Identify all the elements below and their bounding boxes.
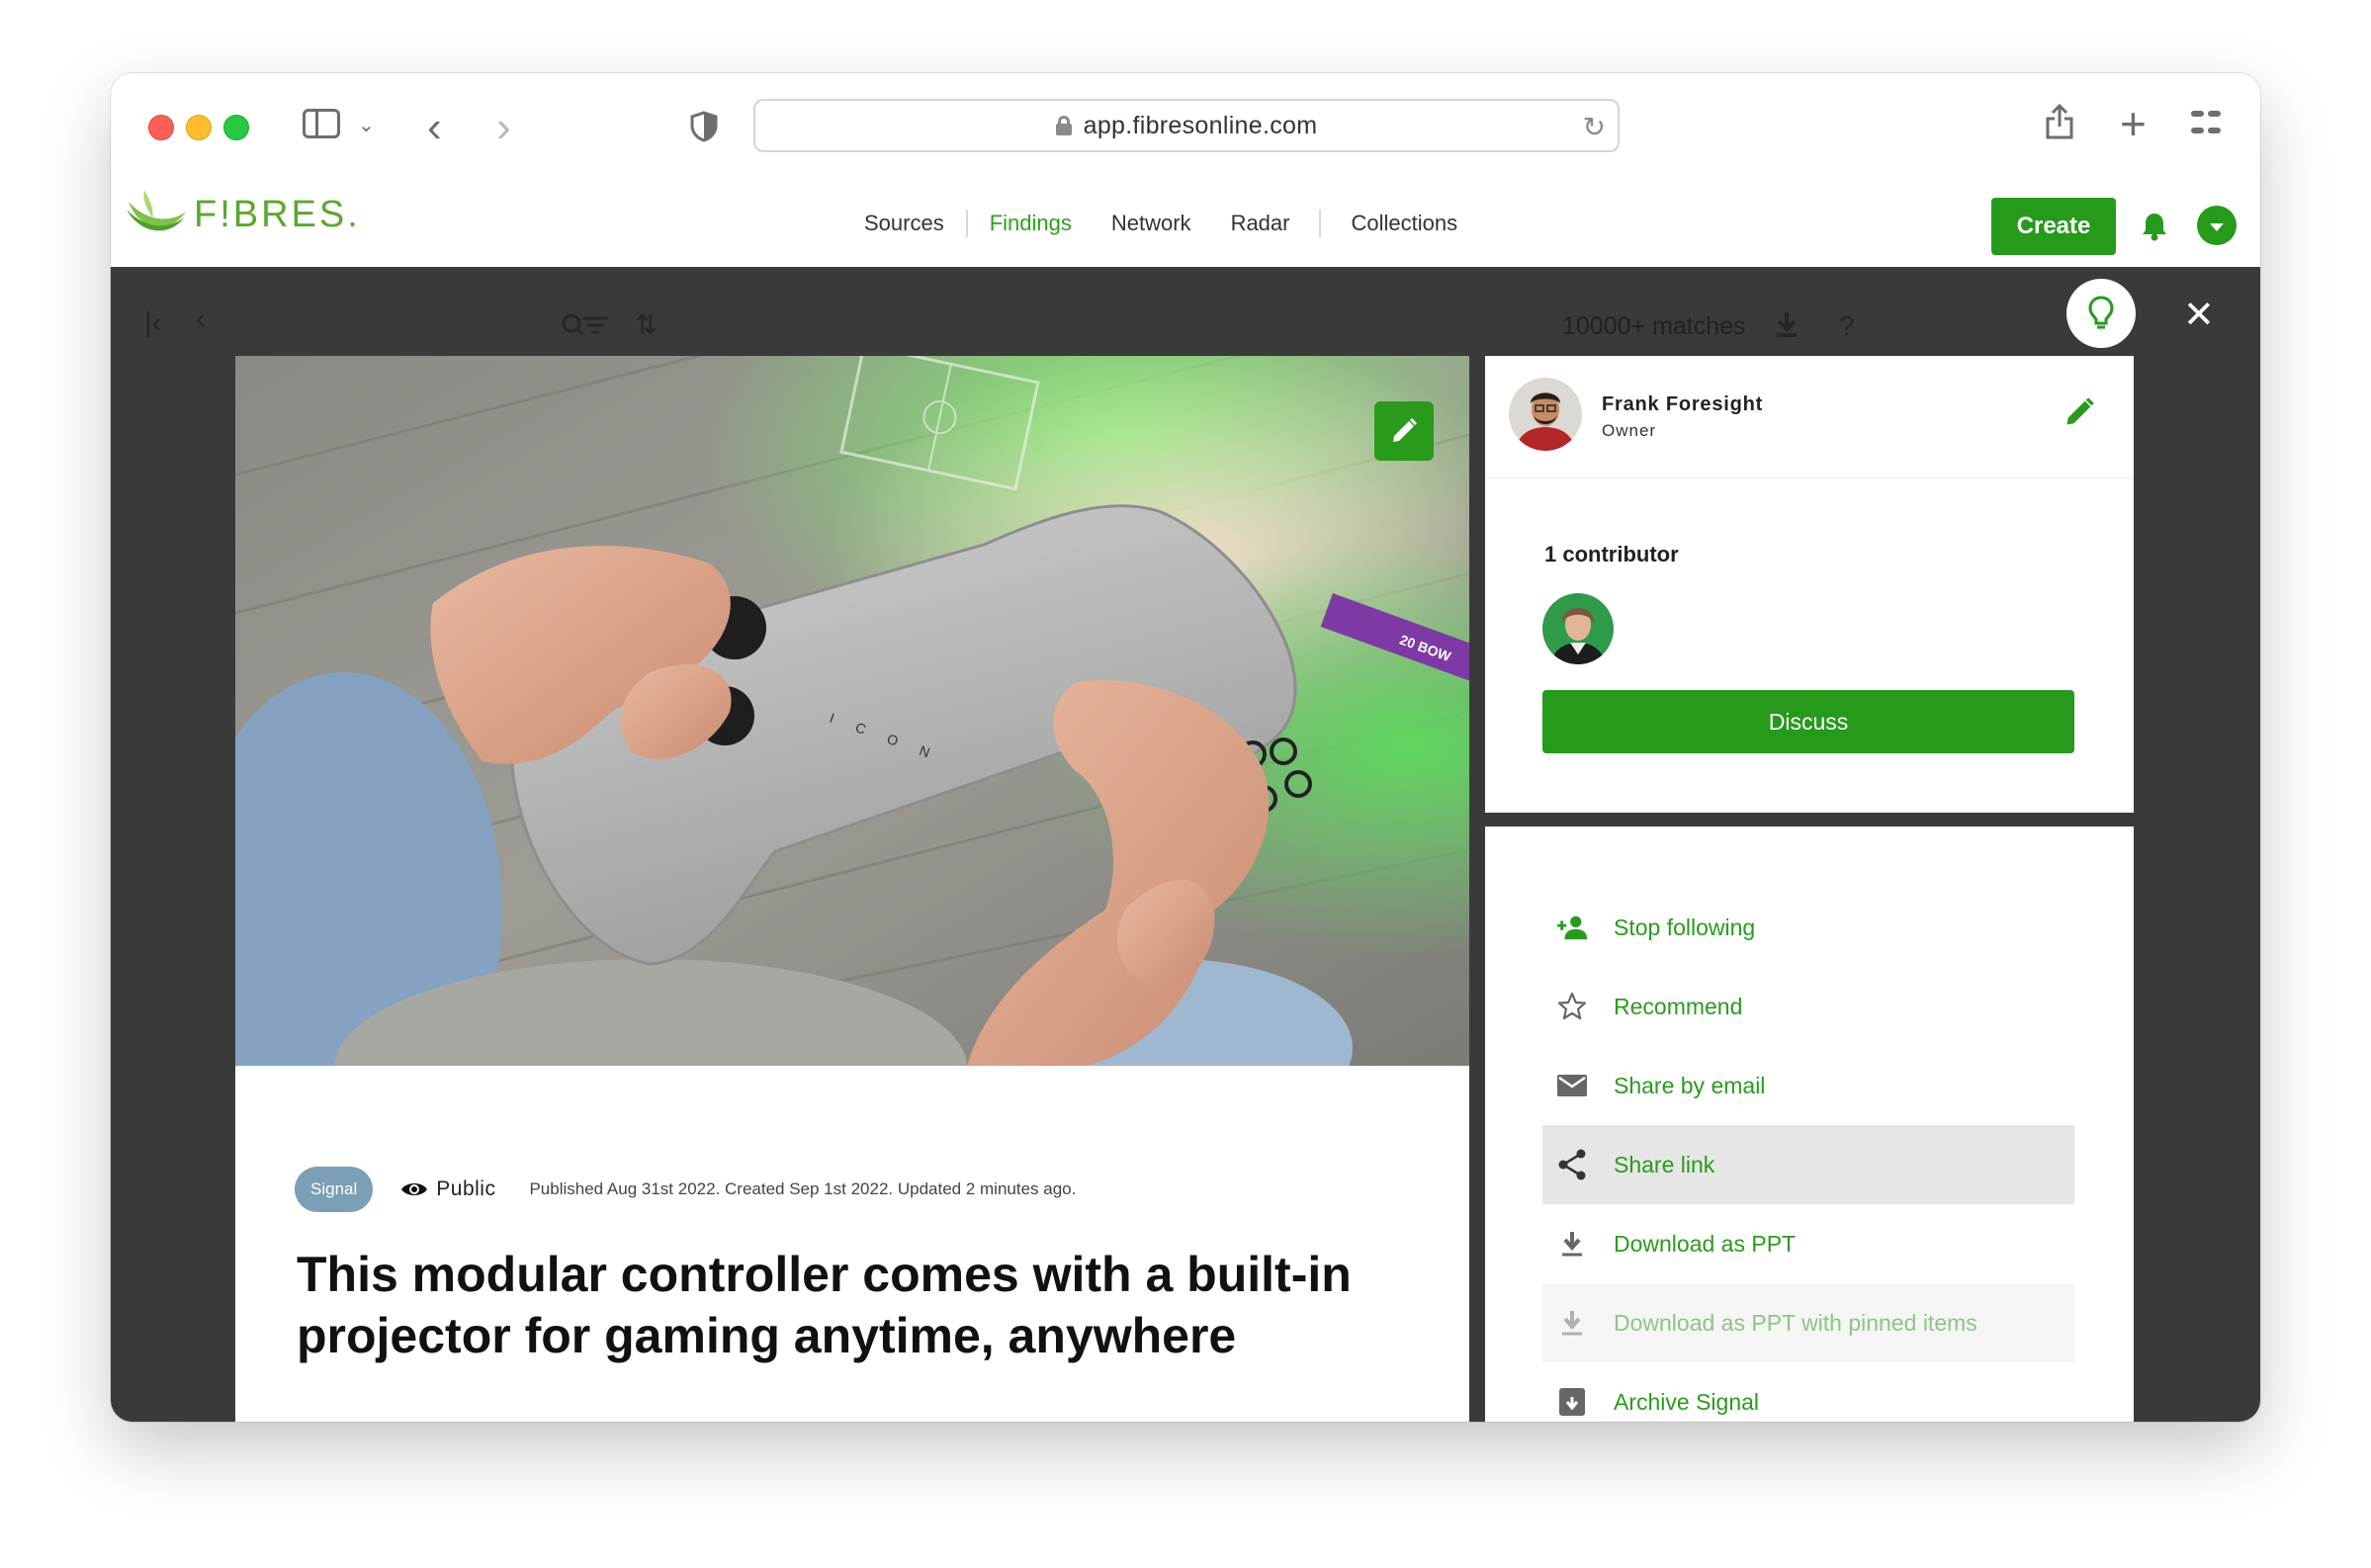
close-icon[interactable]: ✕	[2183, 293, 2215, 337]
article-title: This modular controller comes with a bui…	[297, 1247, 1352, 1363]
sidebar-toggle-icon[interactable]	[303, 109, 340, 138]
share-link-action[interactable]: Share link	[1542, 1125, 2074, 1204]
discuss-button[interactable]: Discuss	[1542, 690, 2074, 753]
share-email-action[interactable]: Share by email	[1542, 1046, 2074, 1125]
action-label: Share link	[1614, 1151, 1715, 1177]
zoom-window-button[interactable]	[223, 115, 249, 140]
download-icon	[1556, 1307, 1588, 1339]
visibility-indicator[interactable]: Public	[400, 1177, 495, 1201]
lightbulb-button[interactable]	[2066, 279, 2136, 348]
sort-icon[interactable]: ⇅	[635, 308, 658, 341]
share-icon	[1556, 1149, 1588, 1180]
url-text: app.fibresonline.com	[1083, 111, 1318, 139]
archive-signal-action[interactable]: Archive Signal	[1542, 1362, 2074, 1422]
owner-card: Frank Foresight Owner 1 contributor Disc…	[1485, 356, 2134, 813]
forward-arrow-icon[interactable]: ›	[496, 103, 511, 152]
star-outline-icon	[1556, 991, 1588, 1022]
action-label: Share by email	[1614, 1072, 1766, 1098]
action-label: Download as PPT with pinned items	[1614, 1309, 1977, 1336]
nav-sources[interactable]: Sources	[864, 211, 944, 236]
main-nav: Sources Findings Network Radar Collectio…	[864, 210, 1457, 237]
create-button[interactable]: Create	[1991, 198, 2116, 255]
mail-icon	[1556, 1070, 1588, 1101]
matches-count: 10000+ matches	[1562, 312, 1746, 340]
lightbulb-icon	[2088, 296, 2114, 329]
app-header: F!BRES. Sources Findings Network Radar C…	[111, 176, 2260, 267]
pencil-icon	[1393, 417, 1418, 442]
fibres-logo[interactable]: F!BRES.	[125, 188, 361, 241]
download-ppt-pinned-action[interactable]: Download as PPT with pinned items	[1542, 1283, 2074, 1362]
reload-icon[interactable]: ↻	[1583, 111, 1606, 143]
action-label: Download as PPT	[1614, 1230, 1797, 1257]
article-dates: Published Aug 31st 2022. Created Sep 1st…	[529, 1179, 1077, 1198]
browser-window: ⌄ ‹ › app.fibresonline.com ↻ + F!BRES. S…	[111, 73, 2260, 1422]
privacy-shield-icon[interactable]	[690, 111, 718, 142]
address-bar[interactable]: app.fibresonline.com ↻	[753, 99, 1620, 152]
owner-avatar[interactable]	[1509, 378, 1582, 451]
nav-divider	[965, 210, 968, 237]
owner-name: Frank Foresight	[1602, 393, 1764, 415]
finding-overlay: |‹ ‹ ⇅ 10000+ matches ? ✕ 20 BOW I C O N…	[111, 267, 2260, 1422]
owner-role: Owner	[1602, 421, 1657, 440]
share-sheet-icon[interactable]	[2045, 103, 2074, 140]
nav-network[interactable]: Network	[1111, 211, 1191, 236]
logo-text: F!BRES.	[194, 193, 361, 235]
download-ppt-action[interactable]: Download as PPT	[1542, 1204, 2074, 1283]
nav-divider	[1319, 210, 1322, 237]
nav-radar[interactable]: Radar	[1231, 211, 1290, 236]
eye-icon	[401, 1183, 428, 1195]
owner-header: Frank Foresight Owner	[1485, 356, 2134, 479]
help-icon[interactable]: ?	[1839, 310, 1855, 342]
action-label: Recommend	[1614, 993, 1743, 1019]
leaf-logo-icon	[127, 190, 186, 231]
download-icon	[1556, 1228, 1588, 1260]
notification-bell-icon[interactable]	[2142, 212, 2167, 246]
contributor-avatar[interactable]	[1542, 593, 1614, 664]
previous-icon[interactable]: ‹	[196, 303, 206, 336]
filter-search-icon[interactable]	[562, 312, 609, 346]
chevron-down-icon[interactable]: ⌄	[358, 113, 375, 137]
profile-dropdown-button[interactable]	[2197, 206, 2237, 245]
close-window-button[interactable]	[148, 115, 174, 140]
visibility-label: Public	[436, 1177, 496, 1200]
lock-icon	[1055, 116, 1072, 135]
nav-findings[interactable]: Findings	[990, 211, 1072, 236]
first-page-icon[interactable]: |‹	[144, 306, 162, 340]
minimize-window-button[interactable]	[186, 115, 212, 140]
contributors-label: 1 contributor	[1544, 542, 1679, 566]
article-hero-image: 20 BOW I C O N	[235, 356, 1469, 1066]
article-meta: Signal Public Published Aug 31st 2022. C…	[295, 1167, 1076, 1212]
signal-badge[interactable]: Signal	[295, 1167, 374, 1212]
edit-pencil-icon[interactable]	[2063, 395, 2096, 434]
download-results-icon[interactable]	[1774, 310, 1800, 346]
archive-icon	[1556, 1386, 1588, 1418]
edit-image-button[interactable]	[1374, 401, 1434, 461]
actions-card: Stop following Recommend Share by email …	[1485, 827, 2134, 1422]
recommend-action[interactable]: Recommend	[1542, 967, 2074, 1046]
nav-collections[interactable]: Collections	[1351, 211, 1457, 236]
new-tab-icon[interactable]: +	[2120, 97, 2147, 150]
stop-following-action[interactable]: Stop following	[1542, 888, 2074, 967]
article-card: 20 BOW I C O N Signal Public Published A…	[235, 356, 1469, 1422]
tab-overview-icon[interactable]	[2191, 107, 2221, 136]
action-label: Archive Signal	[1614, 1388, 1760, 1415]
back-arrow-icon[interactable]: ‹	[427, 103, 442, 152]
person-add-icon	[1556, 912, 1588, 943]
action-label: Stop following	[1614, 914, 1756, 940]
browser-toolbar: ⌄ ‹ › app.fibresonline.com ↻ +	[111, 73, 2260, 176]
